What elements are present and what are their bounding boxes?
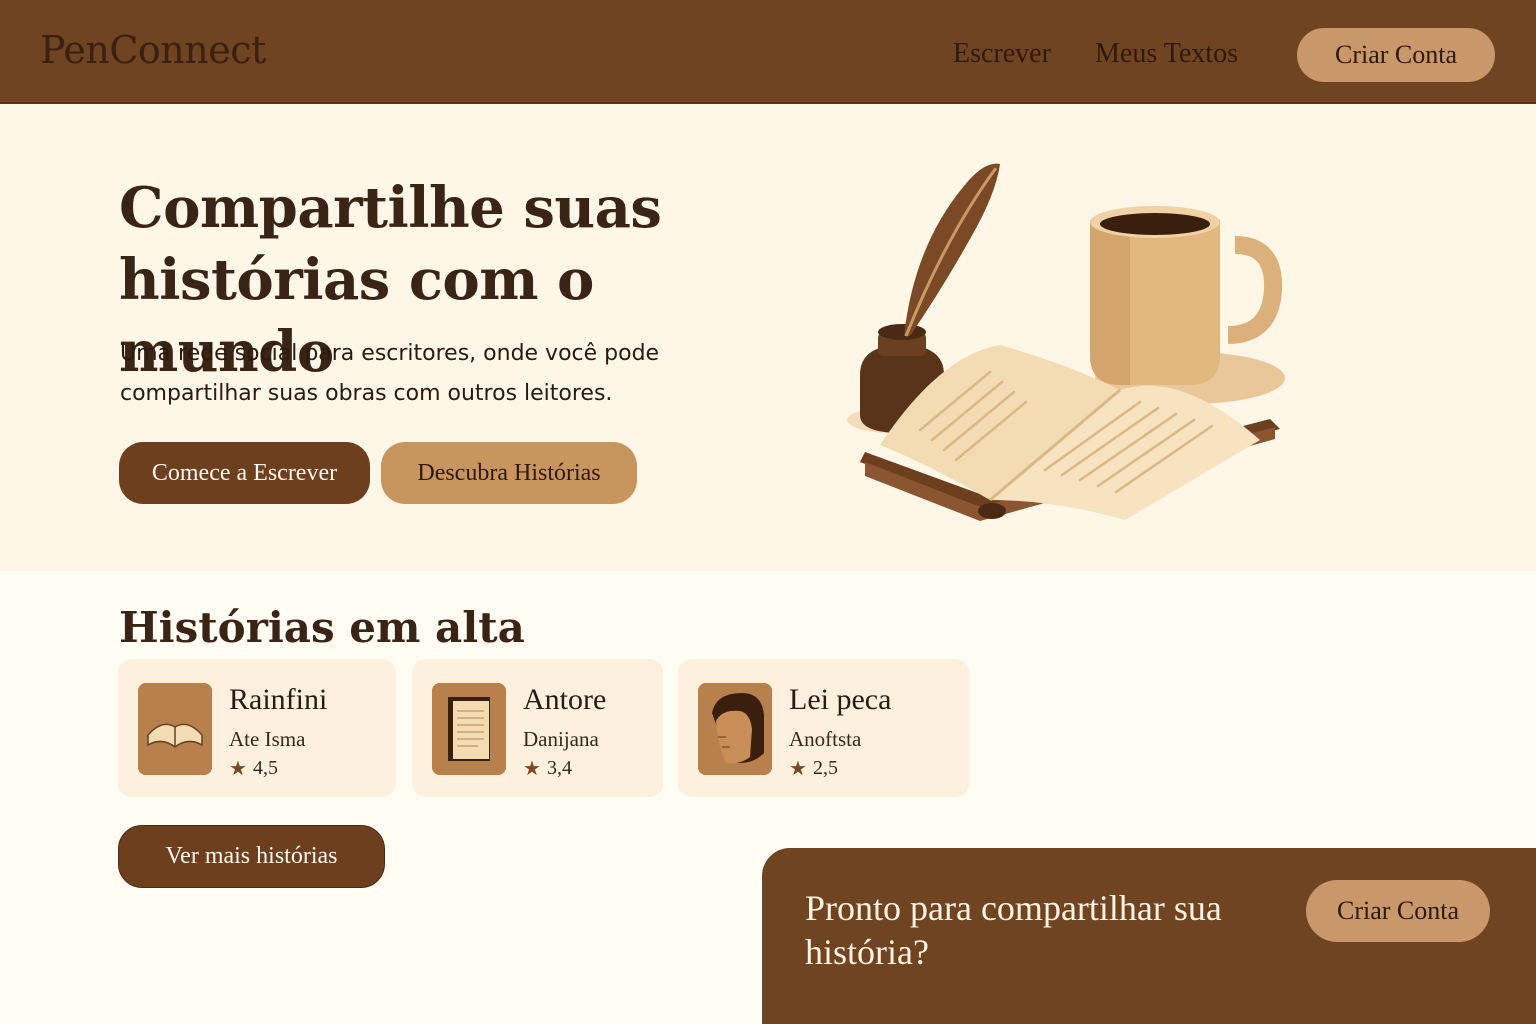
start-writing-button[interactable]: Comece a Escrever <box>119 442 370 504</box>
star-icon: ★ <box>523 758 541 780</box>
story-cover <box>698 683 772 775</box>
top-navbar: PenConnect Escrever Meus Textos Criar Co… <box>0 0 1536 104</box>
create-account-button[interactable]: Criar Conta <box>1297 28 1495 82</box>
story-rating: ★ 2,5 <box>789 756 838 781</box>
book-page-icon <box>432 683 506 775</box>
cta-banner: Pronto para compartilhar sua história? C… <box>762 848 1536 1024</box>
story-rating: ★ 3,4 <box>523 756 572 781</box>
cta-create-account-button[interactable]: Criar Conta <box>1306 880 1490 942</box>
cta-text: Pronto para compartilhar sua história? <box>805 888 1222 972</box>
portrait-icon <box>698 683 772 775</box>
story-rating: ★ 4,5 <box>229 756 278 781</box>
story-title[interactable]: Rainfini <box>229 683 327 717</box>
discover-stories-button[interactable]: Descubra Histórias <box>381 442 637 504</box>
nav-link-escrever[interactable]: Escrever <box>953 38 1051 70</box>
quill-pen-icon <box>904 163 1000 337</box>
story-title[interactable]: Lei peca <box>789 683 891 717</box>
hero-subtitle: Uma rede social para escritores, onde vo… <box>120 341 660 406</box>
open-book-icon <box>138 683 212 775</box>
story-title[interactable]: Antore <box>523 683 606 717</box>
star-icon: ★ <box>789 758 807 780</box>
star-icon: ★ <box>229 758 247 780</box>
logo[interactable]: PenConnect <box>40 28 266 72</box>
story-author: Danijana <box>523 727 599 751</box>
trending-section-title: Histórias em alta <box>119 603 525 652</box>
story-cover <box>138 683 212 775</box>
hero-illustration <box>847 163 1285 521</box>
story-card[interactable]: Lei peca Anoftsta ★ 2,5 <box>678 659 969 797</box>
story-card[interactable]: Antore Danijana ★ 3,4 <box>412 659 663 797</box>
story-author: Ate Isma <box>229 727 306 751</box>
story-cover <box>432 683 506 775</box>
rating-value: 2,5 <box>812 757 838 779</box>
story-author: Anoftsta <box>789 727 862 751</box>
see-more-stories-button[interactable]: Ver mais histórias <box>118 825 385 888</box>
story-card[interactable]: Rainfini Ate Isma ★ 4,5 <box>118 659 396 797</box>
nav-link-meus-textos[interactable]: Meus Textos <box>1095 38 1238 70</box>
rating-value: 3,4 <box>546 757 572 779</box>
rating-value: 4,5 <box>252 757 278 779</box>
